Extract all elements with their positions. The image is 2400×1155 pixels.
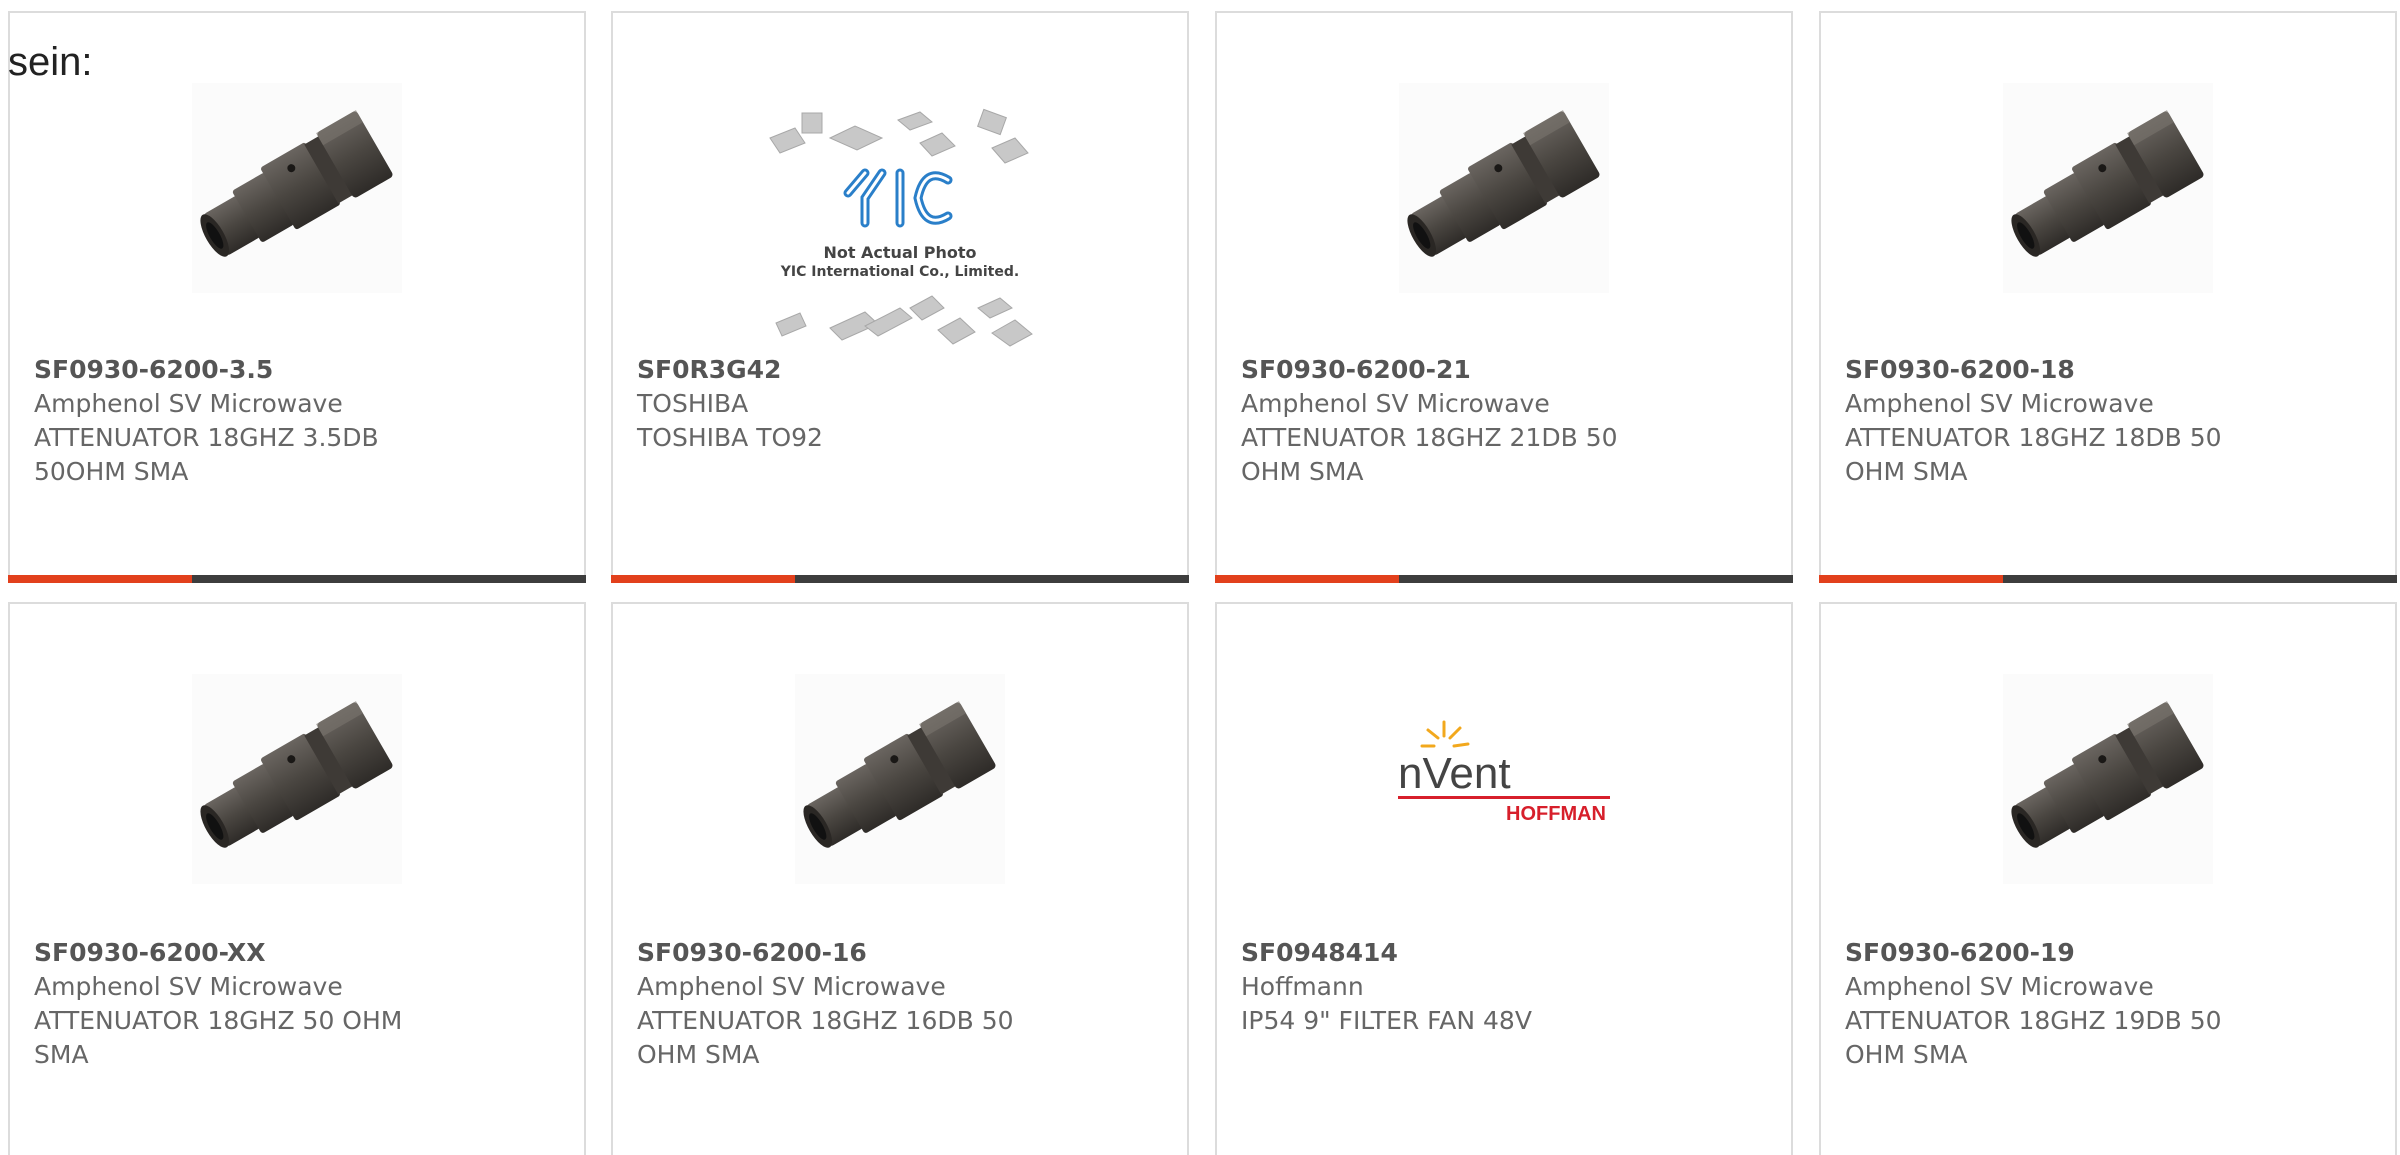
product-info: SF0930-6200-19 Amphenol SV Microwave ATT… bbox=[1845, 936, 2265, 1072]
product-info: SF0948414 Hoffmann IP54 9" FILTER FAN 48… bbox=[1241, 936, 1661, 1038]
manufacturer: Amphenol SV Microwave bbox=[34, 972, 343, 1001]
part-number[interactable]: SF0930-6200-18 bbox=[1845, 353, 2265, 387]
manufacturer: Amphenol SV Microwave bbox=[1241, 389, 1550, 418]
product-info: SF0R3G42 TOSHIBA TOSHIBA TO92 bbox=[637, 353, 1057, 455]
product-info: SF0930-6200-3.5 Amphenol SV Microwave AT… bbox=[34, 353, 454, 489]
yic-placeholder-image: Not Actual Photo YIC International Co., … bbox=[760, 98, 1040, 358]
description: ATTENUATOR 18GHZ 21DB 50 OHM SMA bbox=[1241, 423, 1618, 486]
description: TOSHIBA TO92 bbox=[637, 423, 823, 452]
sma-attenuator-icon bbox=[192, 674, 402, 884]
product-info: SF0930-6200-XX Amphenol SV Microwave ATT… bbox=[34, 936, 454, 1072]
product-card[interactable]: SF0930-6200-18 Amphenol SV Microwave ATT… bbox=[1819, 11, 2397, 583]
product-info: SF0930-6200-18 Amphenol SV Microwave ATT… bbox=[1845, 353, 2265, 489]
sma-attenuator-icon bbox=[2003, 674, 2213, 884]
nvent-hoffman-logo: nVent HOFFMAN bbox=[1394, 716, 1614, 836]
description: IP54 9" FILTER FAN 48V bbox=[1241, 1006, 1532, 1035]
hoffman-wordmark: HOFFMAN bbox=[1506, 803, 1606, 825]
product-card[interactable]: nVent HOFFMAN SF0948414 Hoffmann IP54 9"… bbox=[1215, 602, 1793, 1155]
product-info: SF0930-6200-21 Amphenol SV Microwave ATT… bbox=[1241, 353, 1661, 489]
part-number[interactable]: SF0930-6200-19 bbox=[1845, 936, 2265, 970]
part-number[interactable]: SF0930-6200-3.5 bbox=[34, 353, 454, 387]
description: ATTENUATOR 18GHZ 16DB 50 OHM SMA bbox=[637, 1006, 1014, 1069]
part-number[interactable]: SF0948414 bbox=[1241, 936, 1661, 970]
product-card[interactable]: SF0930-6200-16 Amphenol SV Microwave ATT… bbox=[611, 602, 1189, 1155]
product-card[interactable]: Not Actual Photo YIC International Co., … bbox=[611, 11, 1189, 583]
manufacturer: Amphenol SV Microwave bbox=[1845, 389, 2154, 418]
sma-attenuator-icon bbox=[192, 83, 402, 293]
card-footer-bar bbox=[8, 575, 586, 583]
product-card[interactable]: SF0930-6200-XX Amphenol SV Microwave ATT… bbox=[8, 602, 586, 1155]
product-grid-page: sein: SF0930-6200-3.5 Amphenol SV Microw… bbox=[0, 0, 2400, 1155]
placeholder-caption-1: Not Actual Photo bbox=[823, 243, 976, 262]
card-footer-bar bbox=[611, 575, 1189, 583]
manufacturer: Amphenol SV Microwave bbox=[637, 972, 946, 1001]
description: ATTENUATOR 18GHZ 19DB 50 OHM SMA bbox=[1845, 1006, 2222, 1069]
placeholder-caption-2: YIC International Co., Limited. bbox=[780, 264, 1019, 280]
sma-attenuator-icon bbox=[2003, 83, 2213, 293]
part-number[interactable]: SF0930-6200-16 bbox=[637, 936, 1057, 970]
description: ATTENUATOR 18GHZ 18DB 50 OHM SMA bbox=[1845, 423, 2222, 486]
manufacturer: Hoffmann bbox=[1241, 972, 1364, 1001]
manufacturer: Amphenol SV Microwave bbox=[1845, 972, 2154, 1001]
description: ATTENUATOR 18GHZ 50 OHM SMA bbox=[34, 1006, 403, 1069]
card-footer-bar bbox=[1819, 575, 2397, 583]
product-card[interactable]: SF0930-6200-3.5 Amphenol SV Microwave AT… bbox=[8, 11, 586, 583]
manufacturer: Amphenol SV Microwave bbox=[34, 389, 343, 418]
section-heading: sein: bbox=[8, 40, 93, 84]
part-number[interactable]: SF0930-6200-XX bbox=[34, 936, 454, 970]
sma-attenuator-icon bbox=[1399, 83, 1609, 293]
part-number[interactable]: SF0930-6200-21 bbox=[1241, 353, 1661, 387]
product-card[interactable]: SF0930-6200-21 Amphenol SV Microwave ATT… bbox=[1215, 11, 1793, 583]
product-info: SF0930-6200-16 Amphenol SV Microwave ATT… bbox=[637, 936, 1057, 1072]
nvent-wordmark: nVent bbox=[1398, 749, 1511, 798]
card-footer-bar bbox=[1215, 575, 1793, 583]
part-number[interactable]: SF0R3G42 bbox=[637, 353, 1057, 387]
description: ATTENUATOR 18GHZ 3.5DB 50OHM SMA bbox=[34, 423, 379, 486]
product-card[interactable]: SF0930-6200-19 Amphenol SV Microwave ATT… bbox=[1819, 602, 2397, 1155]
sma-attenuator-icon bbox=[795, 674, 1005, 884]
manufacturer: TOSHIBA bbox=[637, 389, 749, 418]
